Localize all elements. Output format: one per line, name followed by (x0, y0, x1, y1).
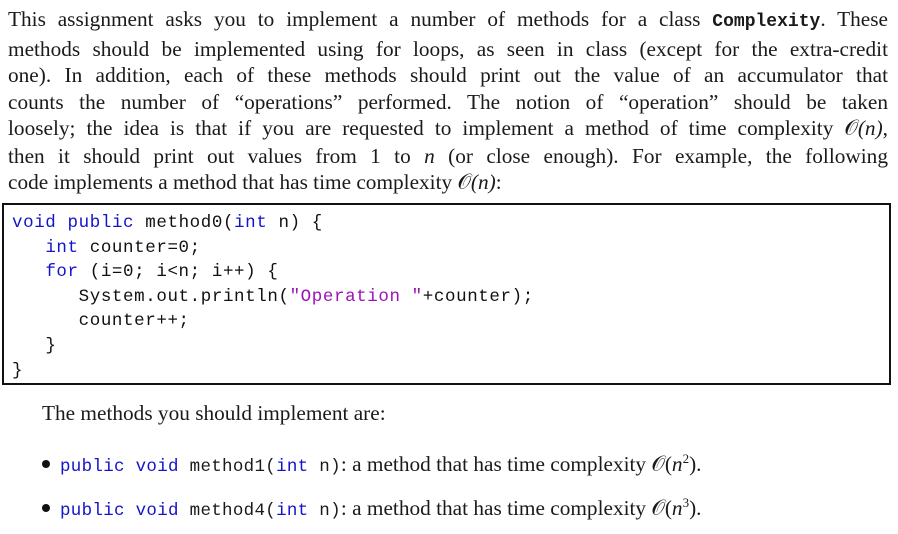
code-keyword: public (60, 501, 125, 522)
big-o-symbol: 𝒪 (651, 496, 665, 522)
code-text: n) { (267, 213, 323, 233)
code-keyword: int (234, 213, 268, 233)
intro-paragraph: This assignment asks you to implement a … (8, 6, 888, 197)
method-desc: : a method that has time complexity (340, 496, 652, 521)
methods-list: public void method1(int n): a method tha… (42, 446, 702, 534)
method-desc: : a method that has time complexity (340, 452, 652, 477)
text: then it should print out values from 1 t… (8, 143, 425, 168)
intro-line-7: code implements a method that has time c… (8, 169, 888, 197)
intro-line-5: loosely; the idea is that if you are req… (8, 115, 888, 143)
code-text: } (12, 360, 24, 381)
math-var: n (424, 143, 435, 168)
code-keyword: void (135, 457, 179, 478)
big-o-symbol: 𝒪 (844, 116, 858, 141)
code-listing: void public method0(int n) { int counter… (12, 211, 534, 383)
code-line: int counter=0; (12, 238, 201, 258)
method-name: method1( (189, 457, 277, 478)
code-keyword: int (276, 501, 309, 522)
method-name: method4( (189, 501, 277, 522)
class-name-code: Complexity (712, 12, 821, 32)
text: loosely; the idea is that if you are req… (8, 116, 845, 140)
code-text: method0( (134, 213, 235, 233)
text: . (696, 452, 702, 477)
code-line: counter++; (12, 311, 190, 331)
text: This assignment asks you to implement a … (8, 7, 713, 31)
intro-line-6: then it should print out values from 1 t… (8, 143, 888, 170)
code-text: System.out.println( (78, 286, 290, 307)
bullet-icon (42, 504, 50, 513)
code-keyword: void (12, 213, 57, 233)
methods-heading: The methods you should implement are: (42, 401, 386, 425)
math-expr: (n) (470, 170, 496, 194)
text: (or close enough). For example, the foll… (434, 143, 888, 168)
code-keyword: int (45, 237, 79, 258)
code-keyword: void (135, 501, 179, 522)
intro-line-4: counts the number of “operations” perfor… (8, 89, 888, 114)
code-keyword: public (60, 457, 125, 478)
code-keyword: for (45, 262, 79, 283)
big-o-symbol: 𝒪 (651, 452, 665, 478)
code-text: } (45, 335, 57, 356)
code-text: (i=0; i<n; i++) { (78, 262, 279, 283)
code-text: counter++; (78, 311, 190, 332)
big-o-symbol: 𝒪 (457, 170, 471, 195)
text: . (696, 496, 702, 521)
bullet-icon (42, 460, 50, 469)
text: : (495, 170, 502, 194)
code-keyword: public (67, 213, 135, 233)
code-line: for (i=0; i<n; i++) { (12, 262, 278, 282)
text: , (882, 116, 888, 140)
method-param: n) (308, 457, 341, 478)
code-listing-frame: void public method0(int n) { int counter… (2, 203, 891, 385)
code-line: void public method0(int n) { (12, 213, 323, 233)
math-expr: (n) (857, 116, 883, 140)
code-keyword: int (276, 457, 309, 478)
text: . These (820, 7, 888, 31)
code-line: } (12, 336, 56, 356)
code-line: System.out.println("Operation "+counter)… (12, 287, 534, 307)
intro-line-1: This assignment asks you to implement a … (8, 6, 888, 36)
list-item-method1: public void method1(int n): a method tha… (42, 446, 702, 490)
code-string: "Operation " (289, 286, 423, 307)
code-text: counter=0; (78, 237, 201, 258)
intro-line-2: methods should be implemented using for … (8, 36, 888, 61)
code-line: } (12, 361, 23, 381)
method-param: n) (308, 501, 341, 522)
intro-line-3: one). In addition, each of these methods… (8, 63, 888, 87)
list-item-method4: public void method4(int n): a method tha… (42, 490, 702, 534)
text: code implements a method that has time c… (8, 170, 458, 194)
code-text: +counter); (422, 286, 534, 307)
